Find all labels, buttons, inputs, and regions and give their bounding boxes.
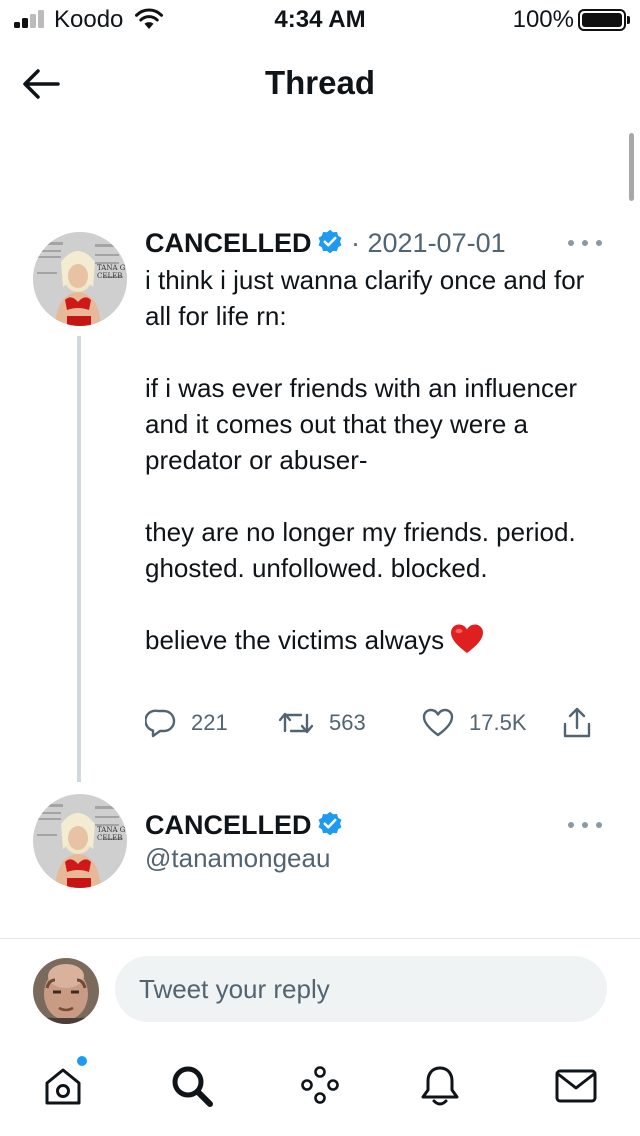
battery-icon: [578, 9, 630, 31]
spaces-icon: [301, 1066, 339, 1104]
like-count: 17.5K: [469, 710, 527, 735]
reply-divider: [0, 938, 640, 939]
author-name[interactable]: CANCELLED: [145, 810, 312, 840]
retweet-button[interactable]: 563: [277, 703, 366, 743]
tab-search[interactable]: [164, 1058, 220, 1114]
thread-connector-line: [77, 336, 81, 782]
svg-text:CELEB: CELEB: [97, 272, 122, 280]
thread-header: Thread: [0, 50, 640, 120]
verified-badge-icon: [318, 229, 341, 254]
retweet-count: 563: [329, 710, 366, 735]
tweet-author-avatar[interactable]: TANA GOT CELEB: [33, 794, 127, 888]
avatar-image: TANA GOT CELEB: [33, 794, 127, 888]
reply-count: 221: [191, 710, 228, 735]
date-separator: ·: [343, 228, 368, 258]
tab-messages[interactable]: [548, 1058, 604, 1114]
tweet-paragraph: i think i just wanna clarify once and fo…: [145, 265, 585, 331]
tweet-more-button[interactable]: [568, 820, 602, 830]
battery-percent: 100%: [512, 6, 574, 33]
tab-spaces[interactable]: [292, 1058, 348, 1114]
home-icon: [45, 1068, 81, 1105]
avatar-image: [33, 958, 99, 1024]
mail-icon: [555, 1069, 597, 1103]
verified-badge-icon: [318, 811, 341, 836]
like-button[interactable]: 17.5K: [421, 703, 527, 743]
reply-input[interactable]: [115, 956, 607, 1022]
bell-icon: [421, 1066, 459, 1106]
heart-outline-icon: [422, 708, 454, 737]
tweet-header: CANCELLED: [145, 808, 344, 842]
reply-button[interactable]: 221: [145, 703, 228, 743]
share-button[interactable]: [561, 703, 593, 743]
tweet-date[interactable]: 2021-07-01: [368, 228, 506, 258]
tweet-paragraph: if i was ever friends with an influencer…: [145, 373, 578, 475]
red-heart-emoji-icon: [451, 624, 484, 653]
page-title: Thread: [264, 64, 376, 101]
share-icon: [563, 707, 591, 738]
tab-notifications[interactable]: [412, 1058, 468, 1114]
tweet-more-button[interactable]: [568, 238, 602, 248]
retweet-icon: [278, 712, 314, 734]
tweet-paragraph: they are no longer my friends. period. g…: [145, 517, 576, 583]
tweet-actions: 221 563 17.5K: [145, 703, 605, 743]
author-handle[interactable]: @tanamongeau: [145, 843, 330, 874]
svg-text:TANA GOT: TANA GOT: [97, 826, 127, 834]
reply-icon: [145, 709, 176, 738]
search-icon: [172, 1066, 213, 1107]
svg-text:CELEB: CELEB: [97, 834, 122, 842]
avatar-image: TANA GOT CELEB: [33, 232, 127, 326]
tweet-text: i think i just wanna clarify once and fo…: [145, 262, 615, 658]
tab-home[interactable]: [35, 1056, 91, 1114]
user-avatar[interactable]: [33, 958, 99, 1024]
tweet-paragraph: believe the victims always: [145, 625, 445, 655]
scrollbar[interactable]: [629, 133, 634, 201]
tweet-header: CANCELLED · 2021-07-01: [145, 226, 506, 260]
new-tweets-dot: [77, 1056, 87, 1066]
author-name[interactable]: CANCELLED: [145, 228, 312, 258]
status-bar: Koodo 4:34 AM 100%: [0, 0, 640, 40]
tweet-author-avatar[interactable]: TANA GOT CELEB: [33, 232, 127, 326]
svg-text:TANA GOT: TANA GOT: [97, 264, 127, 272]
